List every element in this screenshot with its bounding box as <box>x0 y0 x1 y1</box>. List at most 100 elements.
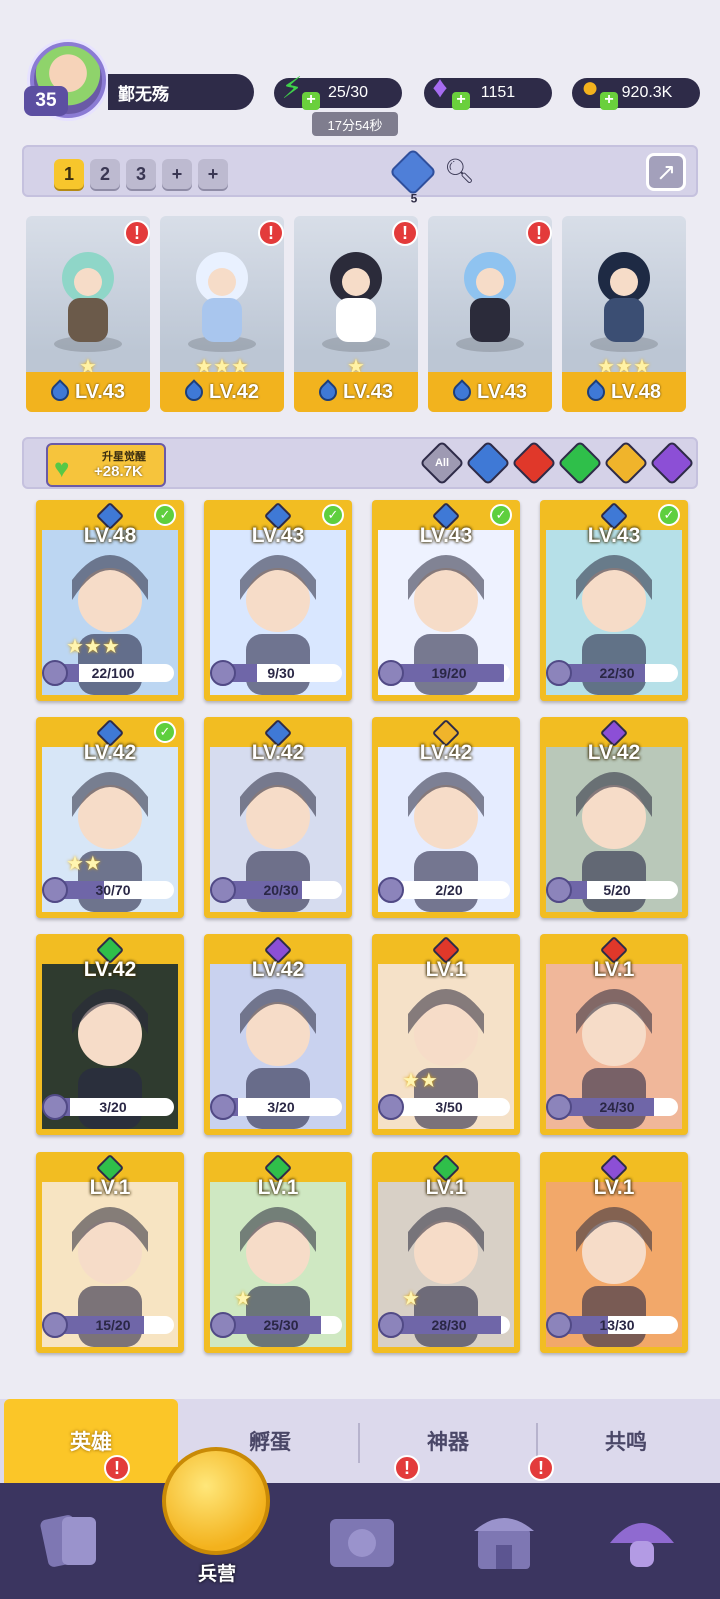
hero-card[interactable]: ✓ LV.48 ★★★ 22/100 <box>36 500 184 701</box>
hero-card[interactable]: LV.1 ★ 28/30 <box>372 1152 520 1353</box>
filter-fire-icon[interactable] <box>511 440 557 486</box>
shard-count: 22/30 <box>599 665 635 681</box>
filter-bar: ♥ 升星觉醒 +28.7K All <box>22 437 698 489</box>
shard-icon <box>546 1312 572 1338</box>
check-icon: ✓ <box>322 504 344 526</box>
hero-level: LV.42 <box>587 741 641 764</box>
add-gems-icon[interactable]: + <box>452 92 470 110</box>
team-tab-add-1[interactable]: + <box>162 159 192 189</box>
shard-count: 5/20 <box>603 882 631 898</box>
lineup-slot-4[interactable]: LV.43 <box>428 216 552 412</box>
shard-icon <box>546 1094 572 1120</box>
shard-progress-bar: 22/30 <box>556 664 678 682</box>
hero-card[interactable]: LV.42 5/20 <box>540 717 688 918</box>
hero-card[interactable]: LV.42 3/20 <box>36 934 184 1135</box>
filter-all[interactable]: All <box>419 440 465 486</box>
filter-wind-icon[interactable] <box>557 440 603 486</box>
hero-level: LV.43 <box>587 524 641 547</box>
hero-level: LV.42 <box>419 741 473 764</box>
water-icon <box>47 379 73 405</box>
lineup-slot-5[interactable]: ★★★ LV.48 <box>562 216 686 412</box>
shard-count: 20/30 <box>263 882 299 898</box>
shard-icon <box>378 877 404 903</box>
share-button[interactable]: ↗ <box>646 153 686 191</box>
lineup-slot-2[interactable]: ★★★ LV.42 <box>160 216 284 412</box>
lineup-level-text: LV.43 <box>74 380 126 403</box>
shard-progress-bar: 25/30 <box>220 1316 342 1334</box>
lineup-level-text: LV.43 <box>342 380 394 403</box>
shard-count: 22/100 <box>91 665 135 681</box>
nav-shop[interactable] <box>454 1493 554 1589</box>
hero-card[interactable]: LV.42 20/30 <box>204 717 352 918</box>
nav-guild[interactable] <box>592 1493 692 1589</box>
shard-count: 24/30 <box>599 1099 635 1115</box>
hero-card[interactable]: LV.1 13/30 <box>540 1152 688 1353</box>
nav-shop-alert: ! <box>528 1455 554 1481</box>
shard-progress-bar: 19/20 <box>388 664 510 682</box>
check-icon: ✓ <box>658 504 680 526</box>
team-bar: 1 2 3 + + 5 🔍︎ ↗ <box>22 145 698 206</box>
hero-level: LV.42 <box>251 958 305 981</box>
player-name[interactable]: 鄞无殇 <box>108 74 254 110</box>
shard-progress-bar: 20/30 <box>220 881 342 899</box>
bottom-nav: ! 兵营 ! ! <box>0 1447 720 1599</box>
team-tab-1[interactable]: 1 <box>54 159 84 189</box>
hero-level: LV.1 <box>89 1176 131 1199</box>
lineup-level: LV.43 <box>428 372 552 412</box>
lineup-alert-badge: ! <box>526 220 552 246</box>
tab-resonance[interactable]: 共鸣 <box>538 1399 714 1483</box>
awaken-value: +28.7K <box>94 463 143 480</box>
water-element-count[interactable]: 5 <box>388 147 438 206</box>
shard-count: 28/30 <box>431 1317 467 1333</box>
lineup-slot-3[interactable]: ★ LV.43 <box>294 216 418 412</box>
shard-count: 2/20 <box>435 882 463 898</box>
mushroom-icon <box>610 1523 674 1567</box>
hero-card[interactable]: LV.1 15/20 <box>36 1152 184 1353</box>
star-awaken-button[interactable]: ♥ 升星觉醒 +28.7K <box>46 443 166 487</box>
cards-icon <box>40 1515 96 1567</box>
hero-level: LV.42 <box>251 741 305 764</box>
hero-card[interactable]: ✓ LV.42 ★★ 30/70 <box>36 717 184 918</box>
shard-icon <box>42 877 68 903</box>
hero-card[interactable]: LV.42 3/20 <box>204 934 352 1135</box>
hero-stars: ★ <box>402 1288 420 1310</box>
search-icon[interactable]: 🔍︎ <box>444 157 474 186</box>
add-coins-icon[interactable]: + <box>600 92 618 110</box>
lineup-level: LV.43 <box>294 372 418 412</box>
team-tab-add-2[interactable]: + <box>198 159 228 189</box>
lineup-slot-1[interactable]: ★ LV.43 <box>26 216 150 412</box>
hero-card[interactable]: ✓ LV.43 22/30 <box>540 500 688 701</box>
nav-cards-alert: ! <box>104 1455 130 1481</box>
hero-card[interactable]: LV.1 ★ 25/30 <box>204 1152 352 1353</box>
water-icon <box>449 379 475 405</box>
tab-heroes[interactable]: 英雄 <box>4 1399 178 1483</box>
hero-card[interactable]: LV.1 ★★ 3/50 <box>372 934 520 1135</box>
nav-map[interactable] <box>312 1493 412 1589</box>
filter-dark-icon[interactable] <box>649 440 695 486</box>
filter-light-icon[interactable] <box>603 440 649 486</box>
lineup-alert-badge: ! <box>392 220 418 246</box>
shard-count: 13/30 <box>599 1317 635 1333</box>
lineup-alert-badge: ! <box>258 220 284 246</box>
top-bar: 35 鄞无殇 25/30 ⚡ + 17分54秒 1151 ♦ + 920.3K … <box>0 30 720 140</box>
filter-water-icon[interactable] <box>465 440 511 486</box>
add-stamina-icon[interactable]: + <box>302 92 320 110</box>
shard-progress-bar: 3/20 <box>52 1098 174 1116</box>
shard-progress-bar: 24/30 <box>556 1098 678 1116</box>
shard-count: 3/20 <box>99 1099 127 1115</box>
hero-level: LV.43 <box>419 524 473 547</box>
hero-level: LV.1 <box>593 1176 635 1199</box>
lineup-level-text: LV.48 <box>610 380 662 403</box>
tab-artifact[interactable]: 神器 <box>360 1399 536 1483</box>
hero-card[interactable]: LV.42 2/20 <box>372 717 520 918</box>
team-tab-2[interactable]: 2 <box>90 159 120 189</box>
shard-icon <box>210 660 236 686</box>
team-tab-3[interactable]: 3 <box>126 159 156 189</box>
nav-cards[interactable] <box>20 1493 120 1589</box>
nav-barracks[interactable]: 兵营 <box>160 1433 274 1593</box>
element-count-value: 5 <box>410 191 418 206</box>
shard-icon <box>378 660 404 686</box>
hero-card[interactable]: ✓ LV.43 19/20 <box>372 500 520 701</box>
hero-card[interactable]: ✓ LV.43 9/30 <box>204 500 352 701</box>
hero-card[interactable]: LV.1 24/30 <box>540 934 688 1135</box>
